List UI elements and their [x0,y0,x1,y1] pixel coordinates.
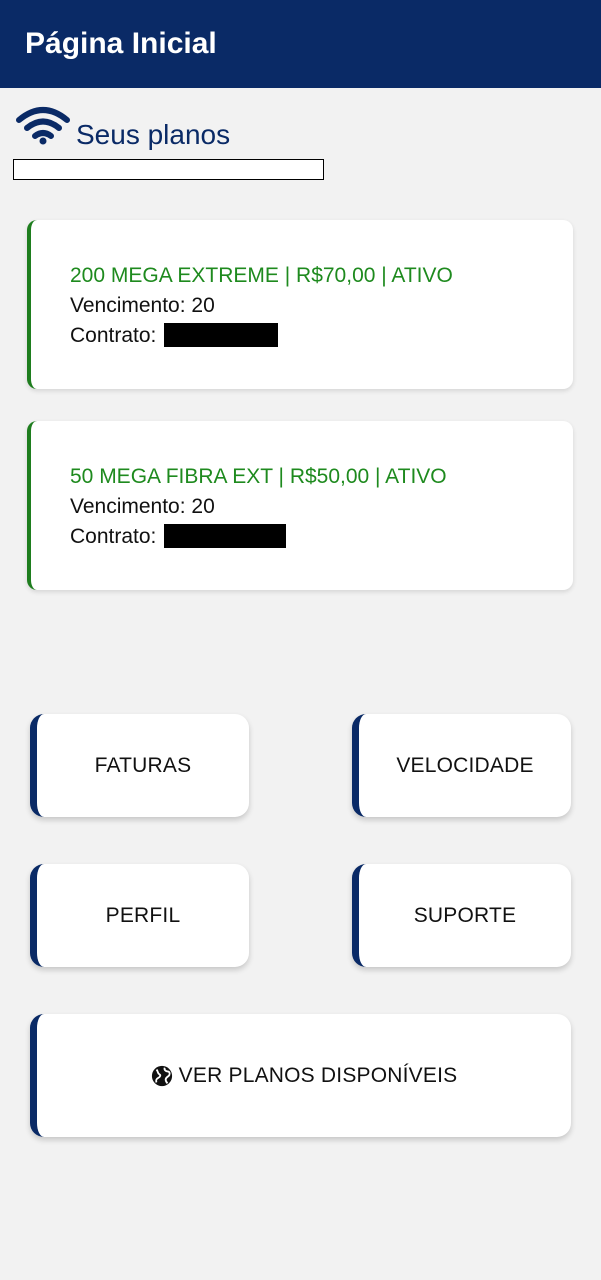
globe-icon [151,1065,172,1086]
faturas-button[interactable]: FATURAS [30,714,249,817]
section-title: Seus planos [76,119,231,150]
plan-contract: Contrato: [70,524,287,550]
plan-card[interactable]: 50 MEGA FIBRA EXT | R$50,00 | ATIVO Venc… [27,421,573,590]
plan-title: 50 MEGA FIBRA EXT | R$50,00 | ATIVO [70,465,447,488]
velocidade-label: VELOCIDADE [396,753,534,777]
faturas-label: FATURAS [94,753,192,777]
velocidade-button[interactable]: VELOCIDADE [352,714,571,817]
app-bar: Página Inicial [0,0,601,88]
plan-due-date: Vencimento: 20 [70,294,215,317]
plan-contract: Contrato: [70,323,279,349]
user-name-box [13,159,324,180]
page-title: Página Inicial [25,27,217,60]
plan-title: 200 MEGA EXTREME | R$70,00 | ATIVO [70,264,453,287]
suporte-label: SUPORTE [413,903,517,927]
ver-planos-label: VER PLANOS DISPONÍVEIS [178,1063,458,1087]
perfil-button[interactable]: PERFIL [30,864,249,967]
ver-planos-button[interactable]: VER PLANOS DISPONÍVEIS [30,1014,571,1137]
perfil-label: PERFIL [105,903,181,927]
plan-contract-label: Contrato: [70,525,157,548]
plan-due-date: Vencimento: 20 [70,495,215,518]
plan-card[interactable]: 200 MEGA EXTREME | R$70,00 | ATIVO Venci… [27,220,573,389]
contract-redaction [164,323,279,347]
plan-contract-label: Contrato: [70,324,157,347]
suporte-button[interactable]: SUPORTE [352,864,571,967]
plans-section-header: Seus planos [14,106,414,156]
wifi-icon [16,107,70,145]
contract-redaction [164,524,287,548]
